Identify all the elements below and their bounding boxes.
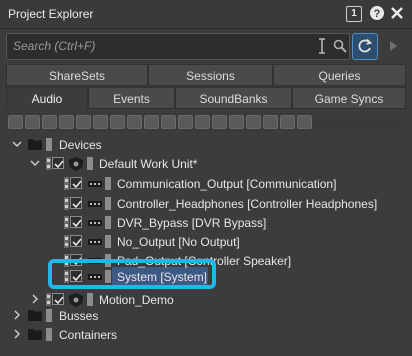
tree-row-device[interactable]: Communication_Output [Communication] — [6, 174, 406, 194]
object-toolbar — [6, 113, 406, 131]
focus-highlight-box — [48, 259, 216, 289]
drag-handle-icon[interactable] — [46, 293, 51, 306]
checkbox[interactable] — [70, 235, 82, 247]
audio-device-icon — [88, 239, 102, 245]
tab-sessions[interactable]: Sessions — [148, 64, 273, 86]
audio-device-icon — [88, 220, 102, 226]
search-field[interactable]: Search (Ctrl+F) — [6, 33, 350, 60]
tree-row-work-unit[interactable]: Default Work Unit* — [6, 154, 406, 174]
tree-row-devices[interactable]: Devices — [6, 135, 406, 155]
tree-label: Motion_Demo — [99, 293, 174, 307]
search-placeholder: Search (Ctrl+F) — [13, 39, 96, 53]
text-cursor-icon — [319, 38, 325, 54]
folder-icon — [28, 329, 42, 340]
title-bar: Project Explorer 1 ? — [0, 0, 412, 29]
play-arrow-icon[interactable] — [384, 36, 402, 56]
color-bar — [105, 197, 111, 210]
toolbar-button[interactable] — [263, 115, 278, 129]
tab-events[interactable]: Events — [88, 87, 175, 109]
drag-handle-icon[interactable] — [46, 157, 51, 170]
color-bar — [105, 235, 111, 248]
sync-selection-button[interactable] — [352, 33, 378, 60]
toolbar-button[interactable] — [110, 115, 125, 129]
tree-label: DVR_Bypass [DVR Bypass] — [117, 216, 267, 230]
tree-label: Controller_Headphones [Controller Headph… — [117, 197, 378, 211]
collapse-arrow-icon[interactable] — [30, 158, 40, 168]
toolbar-button[interactable] — [25, 115, 40, 129]
checkbox[interactable] — [52, 157, 64, 169]
drag-handle-icon[interactable] — [64, 216, 69, 229]
folder-icon — [28, 139, 42, 150]
tree-label: Default Work Unit* — [99, 157, 198, 171]
checkbox[interactable] — [52, 293, 64, 305]
color-bar — [46, 328, 52, 341]
audio-device-icon — [88, 181, 102, 187]
tree-row-device[interactable]: DVR_Bypass [DVR Bypass] — [6, 213, 406, 233]
tree-label: Containers — [59, 328, 118, 342]
expand-arrow-icon[interactable] — [12, 329, 22, 339]
tree-row-busses[interactable]: Busses — [6, 306, 406, 326]
work-unit-icon — [69, 157, 83, 171]
checkbox[interactable] — [70, 197, 82, 209]
tree-label: Busses — [59, 309, 99, 323]
tab-soundbanks[interactable]: SoundBanks — [175, 87, 292, 109]
toolbar-button[interactable] — [144, 115, 159, 129]
toolbar-button[interactable] — [246, 115, 261, 129]
color-bar — [105, 216, 111, 229]
search-icon[interactable] — [333, 39, 347, 53]
drag-handle-icon[interactable] — [64, 177, 69, 190]
toolbar-button[interactable] — [229, 115, 244, 129]
tab-queries[interactable]: Queries — [273, 64, 406, 86]
toolbar-button[interactable] — [76, 115, 91, 129]
toolbar-button[interactable] — [8, 115, 23, 129]
work-unit-icon — [69, 293, 83, 307]
tab-audio[interactable]: Audio — [6, 87, 88, 109]
toolbar-button[interactable] — [161, 115, 176, 129]
toolbar-button[interactable] — [42, 115, 57, 129]
checkbox[interactable] — [70, 177, 82, 189]
expand-arrow-icon[interactable] — [30, 294, 40, 304]
audio-device-icon — [88, 201, 102, 207]
color-bar — [46, 309, 52, 322]
color-bar — [87, 157, 93, 170]
toolbar-button[interactable] — [297, 115, 312, 129]
close-icon[interactable] — [389, 5, 405, 21]
toolbar-button[interactable] — [280, 115, 295, 129]
color-bar — [105, 177, 111, 190]
tree-row-containers[interactable]: Containers — [6, 325, 406, 345]
expand-arrow-icon[interactable] — [12, 310, 22, 320]
tree-row-device[interactable]: Controller_Headphones [Controller Headph… — [6, 194, 406, 214]
help-icon[interactable]: ? — [369, 5, 385, 21]
window-title: Project Explorer — [8, 7, 94, 21]
toolbar-button[interactable] — [93, 115, 108, 129]
tab-game-syncs[interactable]: Game Syncs — [292, 87, 406, 109]
color-bar — [87, 293, 93, 306]
instance-badge[interactable]: 1 — [346, 6, 362, 22]
sync-icon — [358, 38, 373, 53]
folder-icon — [28, 310, 42, 321]
drag-handle-icon[interactable] — [64, 197, 69, 210]
color-bar — [46, 138, 52, 151]
toolbar-button[interactable] — [212, 115, 227, 129]
tree-label: Devices — [59, 138, 102, 152]
toolbar-button[interactable] — [127, 115, 142, 129]
tree-row-device[interactable]: No_Output [No Output] — [6, 232, 406, 252]
checkbox[interactable] — [70, 216, 82, 228]
svg-text:?: ? — [374, 8, 381, 20]
tree-label: Communication_Output [Communication] — [117, 177, 337, 191]
toolbar-button[interactable] — [59, 115, 74, 129]
tree-label: No_Output [No Output] — [117, 235, 240, 249]
drag-handle-icon[interactable] — [64, 235, 69, 248]
tab-sharesets[interactable]: ShareSets — [6, 64, 148, 86]
collapse-arrow-icon[interactable] — [12, 139, 22, 149]
toolbar-button[interactable] — [178, 115, 193, 129]
toolbar-button[interactable] — [195, 115, 210, 129]
